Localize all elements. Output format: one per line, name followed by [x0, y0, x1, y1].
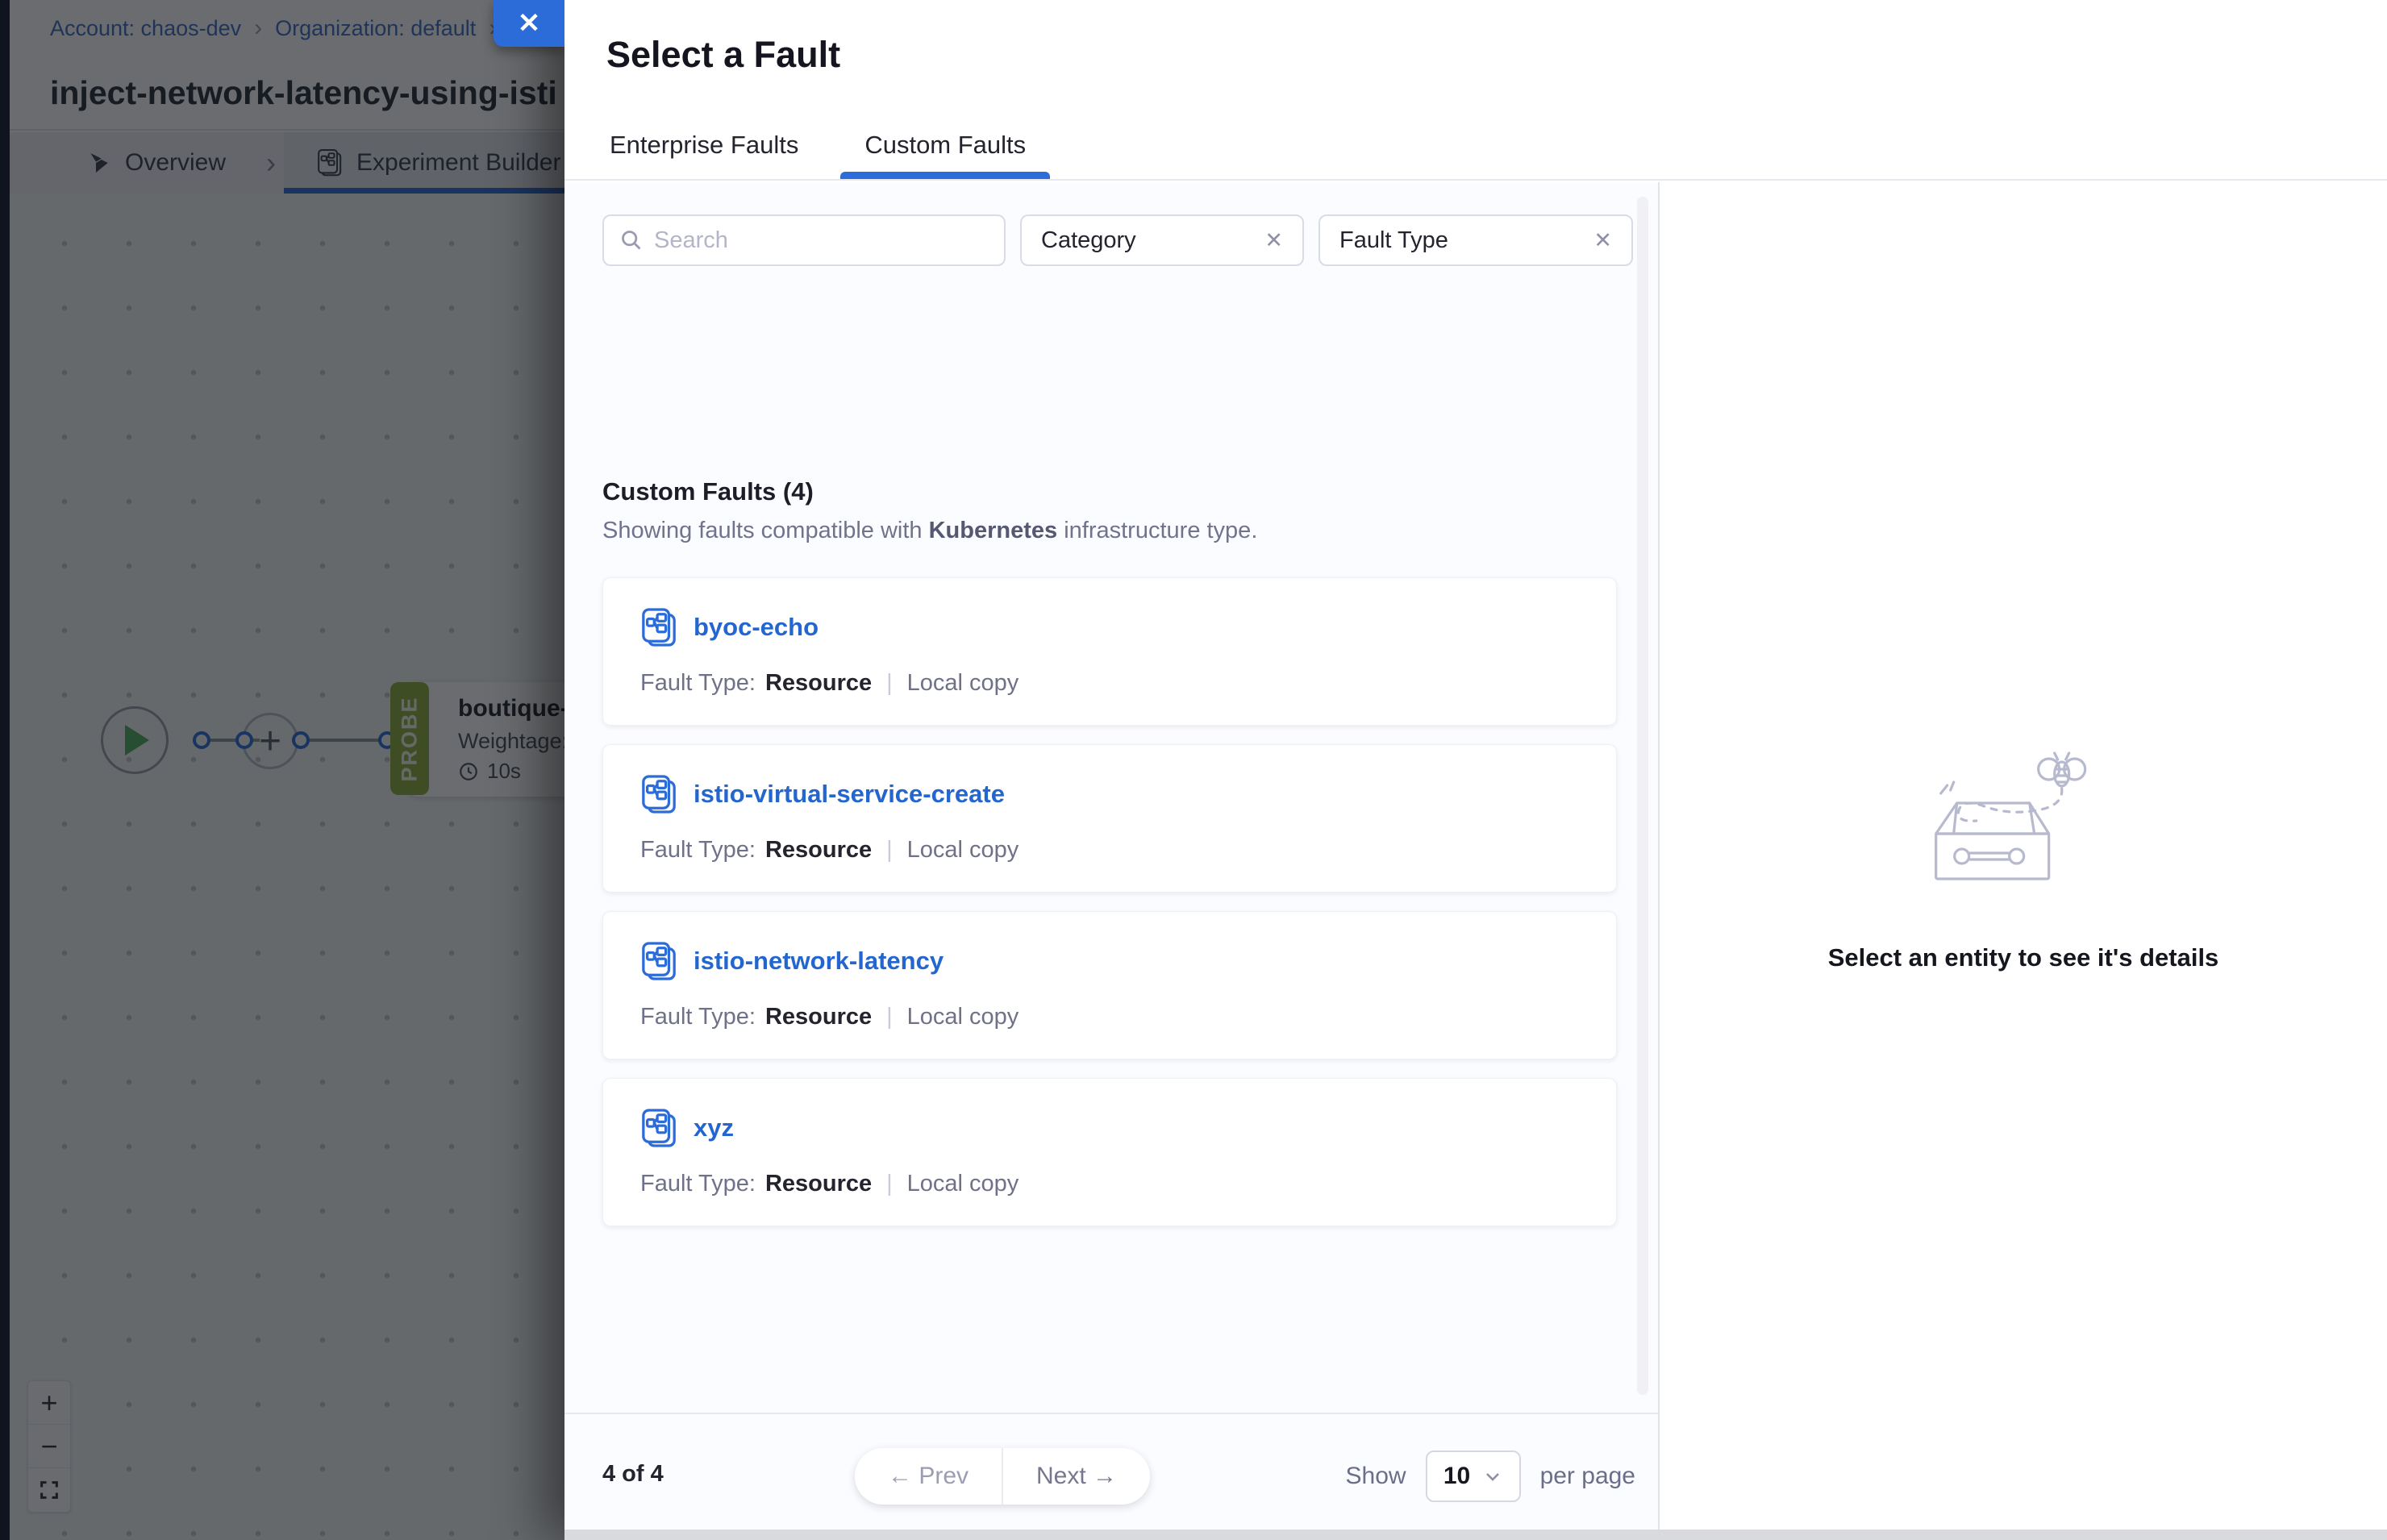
page-size-controls: Show 10 per page: [1346, 1448, 1635, 1505]
pagination-bar: 4 of 4 ← Prev Next → Show 10 per page: [564, 1413, 1658, 1540]
pagination-count: 4 of 4: [602, 1461, 664, 1488]
custom-faults-count: Custom Faults (4): [602, 477, 1257, 506]
fault-name-link[interactable]: byoc-echo: [694, 613, 819, 642]
fault-list-panel: Category ✕ Fault Type ✕ Custom Faults (4…: [564, 182, 1660, 1540]
local-copy-label: Local copy: [907, 670, 1019, 697]
fault-detail-panel: Select an entity to see it's details: [1660, 182, 2387, 1540]
fault-card[interactable]: xyz Fault Type: Resource | Local copy: [602, 1078, 1617, 1226]
fault-icon: [640, 941, 677, 981]
modal-header: Select a Fault Enterprise Faults Custom …: [564, 0, 2387, 181]
next-button[interactable]: Next →: [1003, 1448, 1150, 1505]
fault-icon: [640, 774, 677, 814]
fault-type-filter[interactable]: Fault Type ✕: [1318, 214, 1633, 266]
category-clear-icon[interactable]: ✕: [1264, 228, 1283, 253]
empty-state: Select an entity to see it's details: [1828, 747, 2219, 972]
local-copy-label: Local copy: [907, 837, 1019, 864]
fault-name-link[interactable]: xyz: [694, 1113, 734, 1143]
fault-icon: [640, 607, 677, 647]
empty-state-text: Select an entity to see it's details: [1828, 943, 2219, 972]
fault-meta: Fault Type: Resource | Local copy: [640, 837, 1616, 864]
fault-meta: Fault Type: Resource | Local copy: [640, 1171, 1616, 1197]
fault-meta: Fault Type: Resource | Local copy: [640, 1004, 1616, 1030]
tab-enterprise-faults[interactable]: Enterprise Faults: [606, 131, 802, 179]
show-label: Show: [1346, 1463, 1406, 1490]
search-icon: [620, 229, 643, 252]
fault-card[interactable]: byoc-echo Fault Type: Resource | Local c…: [602, 577, 1617, 726]
chevron-down-icon: [1483, 1467, 1502, 1486]
list-heading: Custom Faults (4) Showing faults compati…: [602, 477, 1257, 544]
scrollbar[interactable]: [1637, 197, 1648, 1395]
page-size-select[interactable]: 10: [1426, 1451, 1521, 1502]
filters-row: Category ✕ Fault Type ✕: [602, 214, 1633, 266]
category-filter-label: Category: [1041, 227, 1136, 254]
search-input[interactable]: [654, 227, 988, 254]
local-copy-label: Local copy: [907, 1004, 1019, 1030]
local-copy-label: Local copy: [907, 1171, 1019, 1197]
fault-card[interactable]: istio-network-latency Fault Type: Resour…: [602, 911, 1617, 1059]
fault-name-link[interactable]: istio-network-latency: [694, 947, 944, 976]
close-button[interactable]: ✕: [494, 0, 564, 47]
fault-card-list: byoc-echo Fault Type: Resource | Local c…: [602, 577, 1617, 1245]
tab-custom-faults[interactable]: Custom Faults: [861, 131, 1029, 179]
category-filter[interactable]: Category ✕: [1020, 214, 1304, 266]
prev-button[interactable]: ← Prev: [855, 1448, 1003, 1505]
empty-box-bee-illustration: [1927, 747, 2120, 908]
modal-bottom-edge: [564, 1530, 2387, 1540]
modal-title: Select a Fault: [606, 34, 2387, 76]
fault-icon: [640, 1108, 677, 1148]
per-page-label: per page: [1540, 1463, 1635, 1490]
compatibility-note: Showing faults compatible with Kubernete…: [602, 518, 1257, 544]
fault-type-clear-icon[interactable]: ✕: [1593, 228, 1612, 253]
page-size-value: 10: [1443, 1463, 1470, 1490]
select-fault-modal: ✕ Select a Fault Enterprise Faults Custo…: [564, 0, 2387, 1540]
search-box: [602, 214, 1006, 266]
fault-meta: Fault Type: Resource | Local copy: [640, 670, 1616, 697]
close-icon: ✕: [518, 7, 541, 40]
fault-name-link[interactable]: istio-virtual-service-create: [694, 780, 1005, 809]
fault-card[interactable]: istio-virtual-service-create Fault Type:…: [602, 744, 1617, 893]
pager-buttons: ← Prev Next →: [855, 1448, 1150, 1505]
fault-type-filter-label: Fault Type: [1339, 227, 1448, 254]
fault-tabs: Enterprise Faults Custom Faults: [606, 131, 1029, 179]
